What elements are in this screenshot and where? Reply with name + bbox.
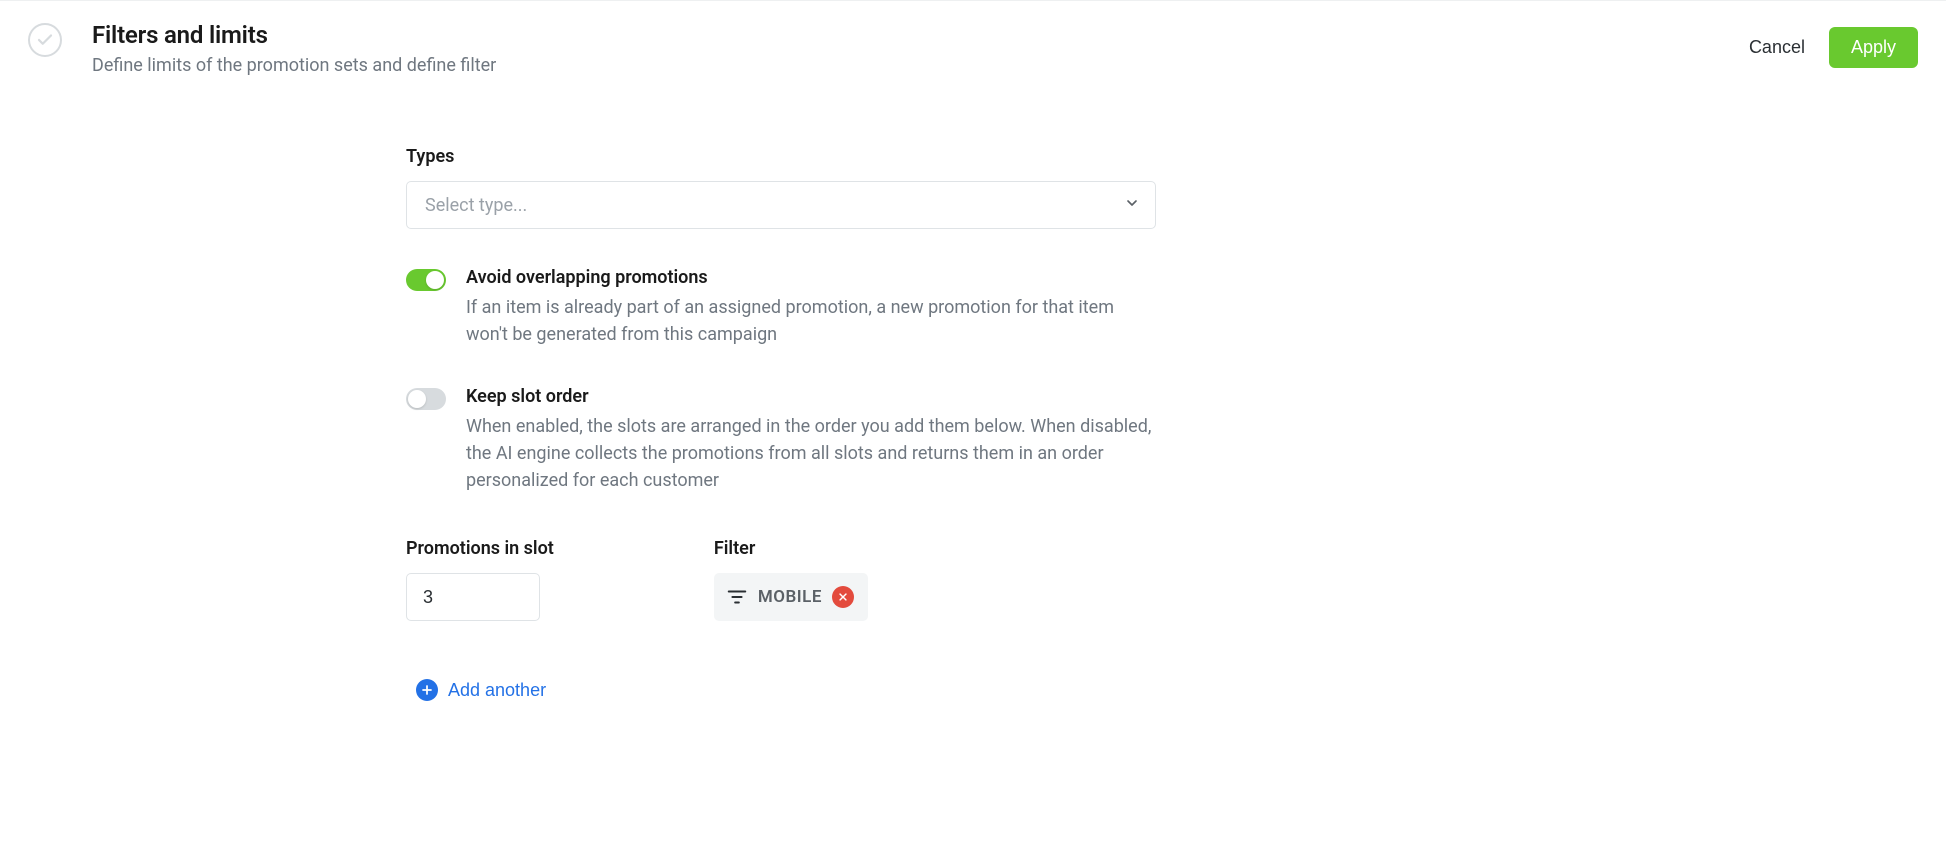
apply-button[interactable]: Apply — [1829, 27, 1918, 68]
filter-chip-label: MOBILE — [758, 587, 822, 607]
remove-filter-button[interactable] — [832, 586, 854, 608]
types-label: Types — [406, 146, 1156, 167]
page-title: Filters and limits — [92, 21, 1749, 49]
filter-chip[interactable]: MOBILE — [714, 573, 868, 621]
filter-icon — [726, 586, 748, 608]
types-select[interactable]: Select type... — [406, 181, 1156, 229]
step-status-icon — [28, 23, 62, 57]
add-another-button[interactable]: Add another — [416, 679, 546, 701]
add-another-label: Add another — [448, 680, 546, 701]
filter-label: Filter — [714, 538, 868, 559]
keep-slot-order-title: Keep slot order — [466, 386, 1156, 407]
avoid-overlap-description: If an item is already part of an assigne… — [466, 294, 1156, 348]
keep-slot-order-toggle[interactable] — [406, 388, 446, 410]
keep-slot-order-description: When enabled, the slots are arranged in … — [466, 413, 1156, 494]
page-subtitle: Define limits of the promotion sets and … — [92, 55, 1749, 76]
plus-icon — [416, 679, 438, 701]
avoid-overlap-title: Avoid overlapping promotions — [466, 267, 1156, 288]
avoid-overlap-toggle[interactable] — [406, 269, 446, 291]
cancel-button[interactable]: Cancel — [1749, 37, 1805, 58]
promotions-in-slot-label: Promotions in slot — [406, 538, 554, 559]
promotions-in-slot-input[interactable] — [406, 573, 540, 621]
